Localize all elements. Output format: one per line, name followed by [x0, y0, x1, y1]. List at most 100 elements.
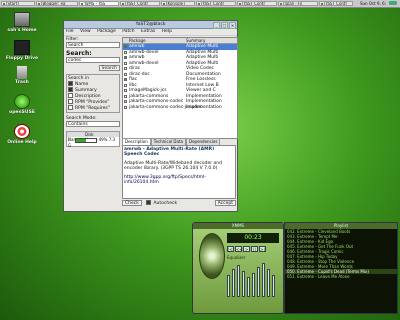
checkbox[interactable] [68, 93, 73, 98]
tray-icon[interactable] [389, 1, 397, 5]
floppy-icon [14, 40, 30, 55]
task-jalali[interactable]: [Jalali - Fil [278, 1, 318, 6]
eq-slider[interactable] [232, 269, 235, 297]
checkbox[interactable] [68, 99, 73, 104]
equalizer [227, 263, 279, 305]
search-button[interactable]: Search [98, 65, 120, 71]
app-icon [239, 3, 241, 5]
clock[interactable]: Sun Oct 9, 6: [360, 1, 386, 6]
app-icon [122, 3, 124, 5]
maximize-button[interactable]: □ [221, 22, 228, 29]
install-status-icon[interactable] [124, 45, 127, 48]
next-button[interactable]: >| [259, 246, 266, 252]
task-start[interactable]: [Start] [1, 1, 35, 6]
menu-view[interactable]: View [80, 29, 91, 34]
app-icon [280, 3, 282, 5]
disk-usage-fill [76, 138, 87, 142]
xmms-playlist: Playlist 042. Extreme - Cleveland Boots 0… [284, 222, 398, 314]
disk-usage-table: NameDisk Usage / 49% 7.3 G [66, 131, 120, 147]
xmms-player: XMMS 00:23 |< << > || >| Equalizer [192, 222, 284, 314]
search-in-requires[interactable]: RPM "Requires" [68, 105, 118, 111]
col-summary[interactable]: Summary [186, 38, 205, 43]
eq-slider[interactable] [267, 269, 270, 297]
eq-slider[interactable] [257, 267, 260, 297]
checkbox-checked[interactable] [146, 200, 152, 205]
yast-package-manager-window: YaST2@black _ □ × File View Package Patch … [63, 20, 238, 212]
close-button[interactable]: × [229, 22, 236, 29]
app-icon [321, 3, 323, 5]
filter-select[interactable]: Search [66, 42, 120, 48]
menu-file[interactable]: File [66, 29, 74, 34]
eq-slider[interactable] [262, 263, 265, 297]
disk-row-name: / [68, 137, 70, 142]
install-status-icon[interactable] [124, 89, 127, 92]
app-icon [81, 3, 83, 5]
search-input[interactable]: codec [66, 57, 120, 63]
accept-button[interactable]: Accept [214, 200, 236, 206]
install-status-icon[interactable] [124, 50, 127, 54]
menubar: File View Package Patch Extras Help [64, 29, 237, 36]
eq-slider[interactable] [247, 277, 250, 297]
menu-help[interactable]: Help [162, 29, 172, 34]
install-status-icon[interactable] [124, 56, 127, 59]
xmms-time: 00:23 [227, 233, 279, 243]
install-status-icon[interactable] [124, 61, 127, 65]
eq-slider[interactable] [237, 265, 240, 297]
package-description: Adaptive Multi-Rate/Wideband decoder and… [124, 161, 223, 171]
rewind-button[interactable]: << [235, 246, 243, 252]
bottom-bar: Check Autocheck Accept [122, 200, 236, 208]
search-mode-select[interactable]: Contains [66, 121, 120, 127]
install-status-icon[interactable] [124, 78, 127, 81]
desktop-icon-trash[interactable]: Trash [2, 66, 42, 85]
eq-slider[interactable] [227, 275, 230, 297]
tab-description[interactable]: Description [122, 138, 151, 145]
window-titlebar[interactable]: YaST2@black _ □ × [64, 21, 237, 29]
menu-package[interactable]: Package [97, 29, 116, 34]
install-status-icon[interactable] [124, 105, 127, 109]
desktop-icon-opensuse[interactable]: openSUSE [2, 94, 42, 115]
disk-usage-bar [75, 137, 98, 143]
check-button[interactable]: Check [122, 200, 142, 206]
search-in-group: Search in Name Summary Description RPM "… [66, 74, 120, 113]
checkbox[interactable] [68, 105, 73, 110]
prev-button[interactable]: |< [227, 246, 234, 252]
task-yast-packages[interactable]: YaMS - YaS [79, 1, 119, 6]
menu-extras[interactable]: Extras [141, 29, 155, 34]
eq-slider[interactable] [272, 275, 275, 297]
install-status-icon[interactable] [124, 94, 127, 98]
menu-patch[interactable]: Patch [122, 29, 134, 34]
package-table: Package Summary amrwb Adaptive Multi amrwb… [122, 37, 238, 139]
checkbox-checked[interactable] [68, 81, 73, 86]
minimize-button[interactable]: _ [213, 22, 220, 29]
xmms-titlebar[interactable]: XMMS [193, 223, 283, 229]
autocheck-toggle[interactable]: Autocheck [146, 200, 177, 206]
package-link[interactable]: http://www.3gpp.org/ftp/Specs/html-info/… [124, 175, 234, 185]
desktop-icon-home[interactable]: sah's Home [2, 12, 42, 33]
desktop-icon-help[interactable]: Online Help [2, 124, 42, 145]
install-status-icon[interactable] [124, 83, 127, 87]
pause-button[interactable]: || [251, 246, 258, 252]
install-status-icon[interactable] [124, 67, 127, 70]
checkbox-checked[interactable] [68, 87, 73, 92]
filter-pane: Filter: Search Search: codec Search Sear… [66, 37, 120, 205]
app-icon [38, 3, 40, 5]
table-row[interactable]: jakarta-commons-codec-javadoc Implementat… [123, 105, 237, 111]
task-konsole[interactable]: [Konsole] [161, 1, 195, 6]
task-yast-control[interactable]: [YaST Contr [196, 1, 236, 6]
col-package[interactable]: Package [129, 38, 146, 43]
task-yast-control[interactable]: [YaST Contr [237, 1, 277, 6]
app-icon [163, 3, 165, 5]
play-button[interactable]: > [243, 246, 250, 252]
trash-icon [17, 66, 27, 79]
eq-slider[interactable] [252, 273, 255, 297]
xmms-controls: |< << > || >| [227, 246, 279, 252]
task-yast-control[interactable]: [YaST Contr [319, 1, 353, 6]
install-status-icon[interactable] [124, 100, 127, 103]
playlist-item[interactable]: 051. Extreme - Leave Me Alone [285, 274, 397, 279]
desktop-icon-floppy[interactable]: Floppy Drive [2, 40, 42, 61]
eq-slider[interactable] [242, 271, 245, 297]
task-blogger[interactable]: [Blogger: ea [36, 1, 78, 6]
task-yast-control[interactable]: [YaST Contr [120, 1, 160, 6]
app-icon [198, 3, 200, 5]
install-status-icon[interactable] [124, 72, 127, 76]
